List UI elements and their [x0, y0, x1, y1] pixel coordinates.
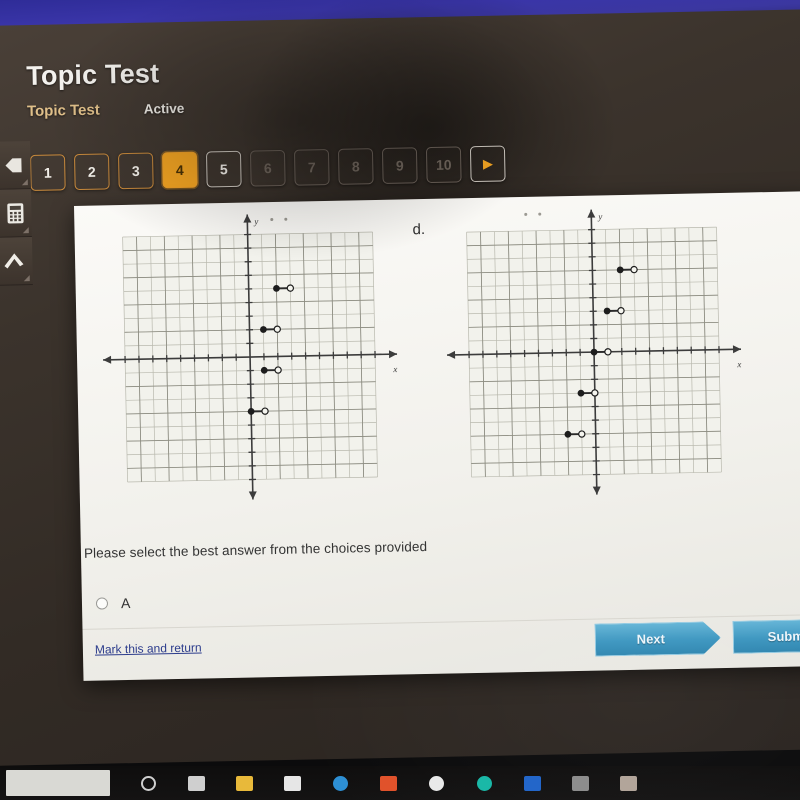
- highlighter-icon[interactable]: [0, 141, 31, 190]
- store-icon[interactable]: [268, 766, 316, 800]
- svg-text:y: y: [253, 216, 258, 226]
- office-icon[interactable]: [364, 766, 412, 800]
- question-button-5[interactable]: 5: [205, 150, 242, 188]
- answer-option-a-label: A: [120, 594, 131, 612]
- start-menu-panel[interactable]: [6, 770, 110, 796]
- svg-text:y: y: [597, 211, 602, 221]
- question-prompt: Please select the best answer from the c…: [83, 538, 428, 561]
- search-icon[interactable]: [124, 766, 172, 800]
- windows-taskbar[interactable]: [0, 766, 800, 800]
- pager-next-arrow-icon[interactable]: ▶: [469, 145, 506, 183]
- answer-option-a[interactable]: A: [95, 594, 131, 612]
- screenshot-root: Topic Test Topic Test Active 1 2 3 4 5 6 7 8 9 10…: [0, 0, 800, 800]
- photo-icon[interactable]: [604, 766, 652, 800]
- graph-choice-d: xy: [438, 204, 764, 510]
- taskbar-icons[interactable]: [124, 766, 652, 800]
- calculator-icon[interactable]: [0, 189, 32, 238]
- question-button-8[interactable]: 8: [337, 148, 374, 185]
- mark-this-and-return-link[interactable]: Mark this and return: [95, 641, 202, 657]
- question-card: b. d. xy xy Please select the best answe…: [74, 191, 800, 681]
- question-button-9[interactable]: 9: [381, 147, 418, 184]
- submit-button[interactable]: Subm: [732, 618, 800, 653]
- notes-icon[interactable]: [556, 766, 604, 800]
- chrome-icon[interactable]: [412, 766, 460, 800]
- file-explorer-icon[interactable]: [220, 766, 268, 800]
- question-button-7[interactable]: 7: [293, 148, 330, 186]
- question-button-2[interactable]: 2: [73, 153, 110, 191]
- graph-choice-b: xy: [94, 209, 420, 515]
- question-button-6[interactable]: 6: [249, 149, 286, 187]
- coordinate-plane-b: xy: [103, 214, 397, 500]
- header: Topic Test Topic Test Active: [26, 52, 547, 119]
- next-button[interactable]: Next: [594, 621, 721, 657]
- edge-icon[interactable]: [316, 766, 364, 800]
- status-badge: Active: [143, 100, 185, 117]
- tool-rail[interactable]: [0, 141, 33, 286]
- radio-button-a[interactable]: [95, 597, 109, 610]
- task-view-icon[interactable]: [172, 766, 220, 800]
- svg-text:x: x: [736, 359, 741, 369]
- question-button-1[interactable]: 1: [30, 154, 66, 191]
- pointer-arrow-icon[interactable]: [0, 237, 33, 286]
- svg-text:x: x: [392, 364, 397, 374]
- question-button-10[interactable]: 10: [425, 146, 462, 184]
- coordinate-plane-d: xy: [447, 209, 741, 495]
- question-button-4[interactable]: 4: [161, 151, 198, 189]
- teams-icon[interactable]: [460, 766, 508, 800]
- word-icon[interactable]: [508, 766, 556, 800]
- question-button-3[interactable]: 3: [117, 152, 154, 190]
- breadcrumb[interactable]: Topic Test: [27, 101, 100, 119]
